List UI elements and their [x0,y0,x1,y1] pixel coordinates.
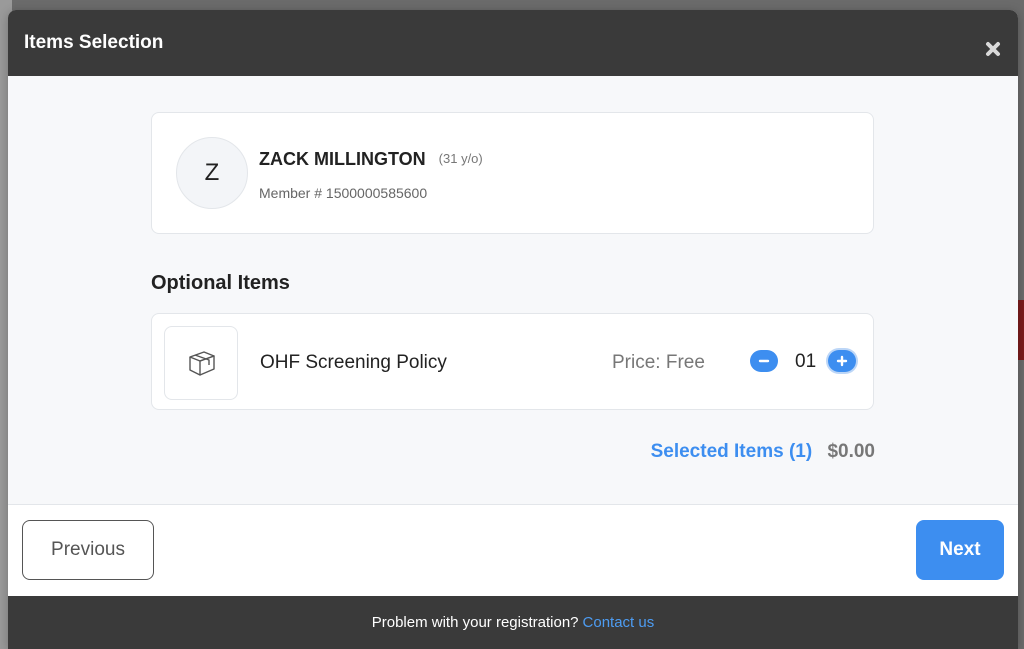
quantity-value: 01 [795,351,817,372]
member-name-text: ZACK MILLINGTON [259,149,426,169]
item-price: Price: Free [612,352,705,373]
decrease-quantity-button[interactable] [750,350,778,372]
modal-body: Z ZACK MILLINGTON (31 y/o) Member # 1500… [8,76,1018,504]
items-selection-modal: Items Selection Z ZACK MILLINGTON (31 y/… [8,10,1018,649]
divider [8,504,1018,505]
close-icon[interactable] [982,38,1004,60]
modal-header: Items Selection [8,10,1018,76]
selected-items-link[interactable]: Selected Items (1) [651,441,813,462]
increase-quantity-button[interactable] [828,350,856,372]
section-title: Optional Items [151,272,290,294]
list-item: OHF Screening Policy Price: Free 01 [151,313,874,410]
next-button[interactable]: Next [916,520,1004,580]
footer: Problem with your registration? Contact … [8,596,1018,649]
member-number: Member # 1500000585600 [259,185,428,201]
previous-button[interactable]: Previous [22,520,154,580]
modal-title: Items Selection [24,32,164,53]
total-price: $0.00 [827,441,875,462]
member-name: ZACK MILLINGTON (31 y/o) [259,149,483,170]
selection-summary: Selected Items (1) $0.00 [651,441,875,463]
member-age: (31 y/o) [438,151,483,166]
footer-text: Problem with your registration? [371,614,579,631]
member-card: Z ZACK MILLINGTON (31 y/o) Member # 1500… [151,112,874,234]
plus-icon [836,355,848,367]
minus-icon [758,359,770,363]
contact-us-link[interactable]: Contact us [583,614,655,631]
box-icon [164,326,238,400]
item-name: OHF Screening Policy [260,352,447,373]
avatar: Z [176,137,248,209]
